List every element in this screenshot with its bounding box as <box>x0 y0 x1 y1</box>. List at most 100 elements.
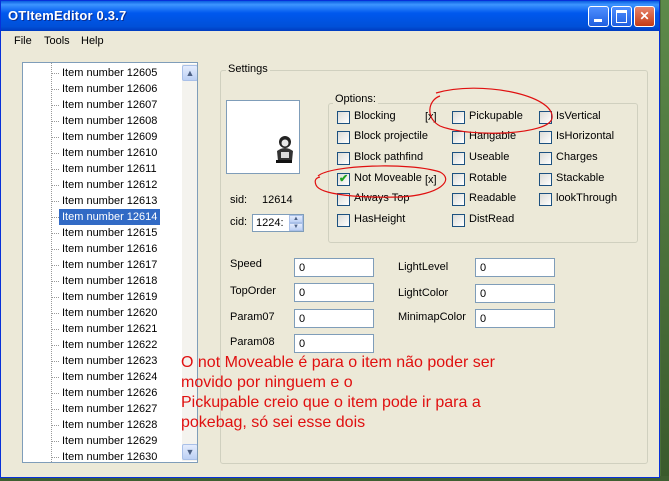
tree-connector-dash <box>52 265 59 266</box>
param08-input[interactable]: 0 <box>294 334 374 353</box>
top-order-label: TopOrder <box>230 285 276 297</box>
item-tree[interactable]: Item number 12605 Item number 12606 Item n… <box>22 62 198 463</box>
always-top-checkbox[interactable] <box>337 193 350 206</box>
settings-group-label: Settings <box>226 63 270 75</box>
useable-checkbox[interactable] <box>452 152 465 165</box>
scroll-up-button[interactable]: ▲ <box>182 65 197 81</box>
list-item[interactable]: Item number 12621 <box>59 321 160 337</box>
blocking-label: Blocking <box>354 110 396 122</box>
param08-value: 0 <box>299 338 306 350</box>
block-pathfind-checkbox[interactable] <box>337 152 350 165</box>
cid-stepper[interactable]: 1224: ▲ ▼ <box>252 214 304 232</box>
blocking-checkbox[interactable] <box>337 111 350 124</box>
desktop-background-edge <box>661 0 669 481</box>
pickupable-checkbox[interactable] <box>452 111 465 124</box>
light-color-value: 0 <box>480 288 487 300</box>
spin-up-icon: ▲ <box>293 216 299 222</box>
minimize-icon <box>594 19 602 22</box>
stackable-checkbox[interactable] <box>539 173 552 186</box>
checkmark-icon: ✔ <box>339 173 349 185</box>
spin-up-button[interactable]: ▲ <box>289 215 303 223</box>
menu-tools[interactable]: Tools <box>44 35 70 47</box>
tree-connector-dash <box>52 217 59 218</box>
tree-connector-dash <box>52 121 59 122</box>
spin-down-button[interactable]: ▼ <box>289 223 303 231</box>
list-item[interactable]: Item number 12616 <box>59 241 160 257</box>
list-item[interactable]: Item number 12620 <box>59 305 160 321</box>
list-item[interactable]: Item number 12614 <box>59 209 161 225</box>
menu-help[interactable]: Help <box>81 35 104 47</box>
list-item[interactable]: Item number 12623 <box>59 353 160 369</box>
tree-connector-dash <box>52 137 59 138</box>
tree-connector-dash <box>52 153 59 154</box>
light-level-input[interactable]: 0 <box>475 258 555 277</box>
menu-file[interactable]: File <box>14 35 32 47</box>
item-sprite-icon <box>276 136 293 163</box>
tree-connector-dash <box>52 185 59 186</box>
sid-value: 12614 <box>262 194 293 206</box>
tree-connector-dash <box>52 281 59 282</box>
readable-checkbox[interactable] <box>452 193 465 206</box>
rotable-checkbox[interactable] <box>452 173 465 186</box>
distread-checkbox[interactable] <box>452 214 465 227</box>
tree-connector-dash <box>52 345 59 346</box>
lookthrough-checkbox[interactable] <box>539 193 552 206</box>
maximize-button[interactable] <box>611 6 632 27</box>
close-button[interactable]: ✕ <box>634 6 655 27</box>
charges-label: Charges <box>556 151 598 163</box>
list-item[interactable]: Item number 12629 <box>59 433 160 449</box>
list-item[interactable]: Item number 12615 <box>59 225 160 241</box>
top-order-input[interactable]: 0 <box>294 283 374 302</box>
list-item[interactable]: Item number 12609 <box>59 129 160 145</box>
list-item[interactable]: Item number 12627 <box>59 401 160 417</box>
light-color-input[interactable]: 0 <box>475 284 555 303</box>
isvertical-checkbox[interactable] <box>539 111 552 124</box>
tree-connector-dash <box>52 457 59 458</box>
list-item[interactable]: Item number 12624 <box>59 369 160 385</box>
list-item[interactable]: Item number 12612 <box>59 177 160 193</box>
ishorizontal-checkbox[interactable] <box>539 131 552 144</box>
hasheight-checkbox[interactable] <box>337 214 350 227</box>
list-item[interactable]: Item number 12628 <box>59 417 160 433</box>
list-item[interactable]: Item number 12622 <box>59 337 160 353</box>
annotation-line: movido por ninguem e o <box>181 374 353 391</box>
list-item[interactable]: Item number 12619 <box>59 289 160 305</box>
param07-input[interactable]: 0 <box>294 309 374 328</box>
list-item[interactable]: Item number 12607 <box>59 97 160 113</box>
list-item[interactable]: Item number 12613 <box>59 193 160 209</box>
list-item[interactable]: Item number 12606 <box>59 81 160 97</box>
light-level-label: LightLevel <box>398 261 449 273</box>
charges-checkbox[interactable] <box>539 152 552 165</box>
not-moveable-label: Not Moveable <box>354 172 422 184</box>
not-moveable-checkbox[interactable]: ✔ <box>337 173 350 186</box>
list-item[interactable]: Item number 12626 <box>59 385 160 401</box>
minimap-color-input[interactable]: 0 <box>475 309 555 328</box>
list-item[interactable]: Item number 12605 <box>59 65 160 81</box>
hangable-checkbox[interactable] <box>452 131 465 144</box>
list-item[interactable]: Item number 12610 <box>59 145 160 161</box>
item-preview <box>226 100 300 174</box>
minimize-button[interactable] <box>588 6 609 27</box>
scroll-down-button[interactable]: ▼ <box>182 444 197 460</box>
speed-input[interactable]: 0 <box>294 258 374 277</box>
pickupable-label: Pickupable <box>469 110 523 122</box>
chevron-down-icon: ▼ <box>185 447 195 457</box>
cid-spin[interactable]: ▲ ▼ <box>289 215 303 231</box>
list-item[interactable]: Item number 12618 <box>59 273 160 289</box>
cid-value: 1224: <box>256 217 284 229</box>
block-projectile-checkbox[interactable] <box>337 131 350 144</box>
ishorizontal-label: IsHorizontal <box>556 130 615 142</box>
block-pathfind-label: Block pathfind <box>354 151 424 163</box>
minimap-color-value: 0 <box>480 313 487 325</box>
param07-label: Param07 <box>230 311 275 323</box>
list-item[interactable]: Item number 12617 <box>59 257 160 273</box>
block-projectile-label: Block projectile <box>354 130 428 142</box>
list-item[interactable]: Item number 12611 <box>59 161 160 177</box>
list-item[interactable]: Item number 12630 <box>59 449 160 462</box>
light-level-value: 0 <box>480 262 487 274</box>
tree-connector-dash <box>52 105 59 106</box>
list-item[interactable]: Item number 12608 <box>59 113 160 129</box>
distread-label: DistRead <box>469 213 515 225</box>
title-bar[interactable]: OTItemEditor 0.3.7 ✕ <box>1 1 659 31</box>
rotable-label: Rotable <box>469 172 507 184</box>
